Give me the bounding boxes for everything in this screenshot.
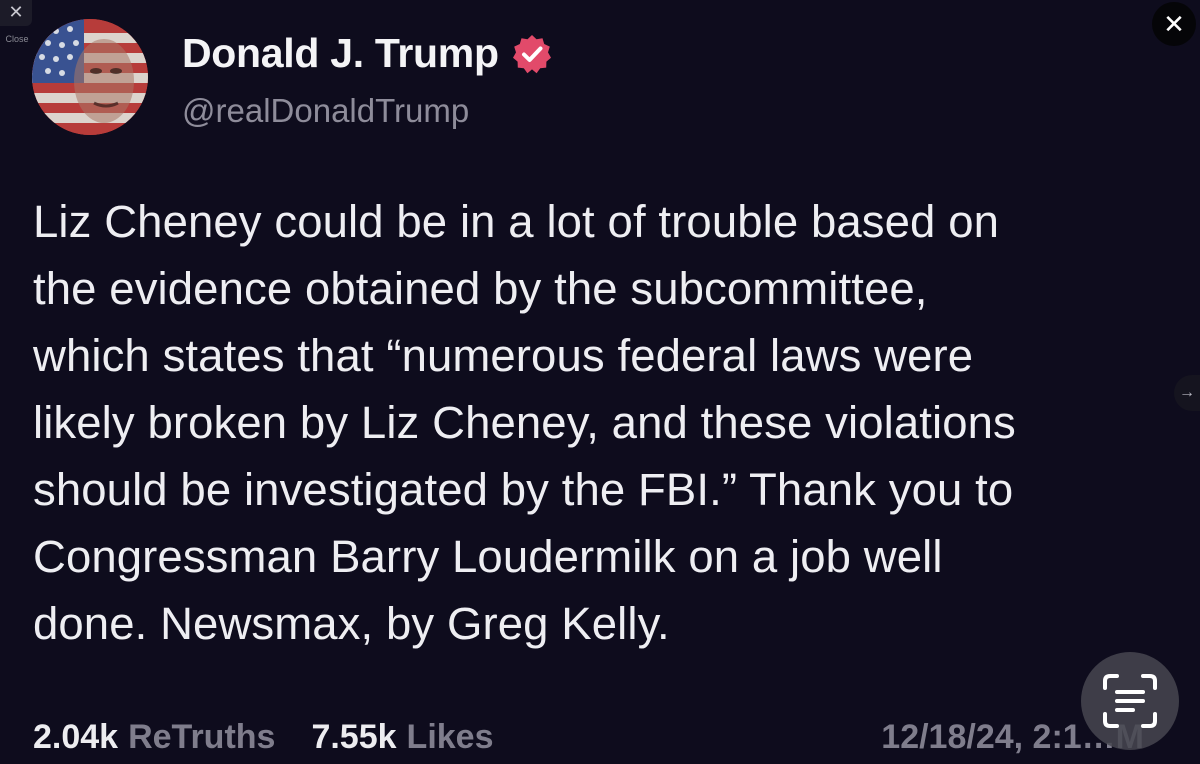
verified-badge-icon — [512, 34, 551, 73]
live-text-button[interactable] — [1081, 652, 1179, 750]
author-row: Donald J. Trump — [182, 30, 553, 77]
post-body-line: which states that “numerous federal laws… — [33, 330, 974, 381]
post-body-line: likely broken by Liz Cheney, and these v… — [33, 397, 1016, 448]
close-label: Close — [5, 34, 29, 44]
flag-portrait-avatar — [32, 19, 148, 135]
post-screenshot: ✕ Close ✕ → Donald J. Trump @realDonaldT… — [0, 0, 1200, 764]
next-arrow-icon[interactable]: → — [1174, 375, 1200, 411]
live-text-scan-icon — [1103, 674, 1157, 728]
post-body-line: should be investigated by the FBI.” Than… — [33, 464, 1014, 515]
close-icon[interactable]: ✕ — [0, 0, 32, 26]
post-body-line: done. Newsmax, by Greg Kelly. — [33, 598, 670, 649]
retruths-label[interactable]: ReTruths — [128, 718, 275, 757]
post-body-line: Congressman Barry Loudermilk on a job we… — [33, 531, 943, 582]
post-body-line: the evidence obtained by the subcommitte… — [33, 263, 928, 314]
user-handle[interactable]: @realDonaldTrump — [182, 92, 469, 130]
post-body: Liz Cheney could be in a lot of trouble … — [33, 188, 1173, 657]
likes-count[interactable]: 7.55k — [311, 718, 396, 757]
retruths-count[interactable]: 2.04k — [33, 718, 118, 757]
engagement-stats: 2.04k ReTruths 7.55k Likes — [33, 718, 494, 757]
display-name[interactable]: Donald J. Trump — [182, 30, 499, 77]
close-button[interactable]: ✕ — [1152, 2, 1196, 46]
avatar[interactable] — [32, 19, 148, 135]
likes-label[interactable]: Likes — [407, 718, 494, 757]
post-body-line: Liz Cheney could be in a lot of trouble … — [33, 196, 1000, 247]
viewer-close-control[interactable]: ✕ Close — [0, 0, 34, 50]
